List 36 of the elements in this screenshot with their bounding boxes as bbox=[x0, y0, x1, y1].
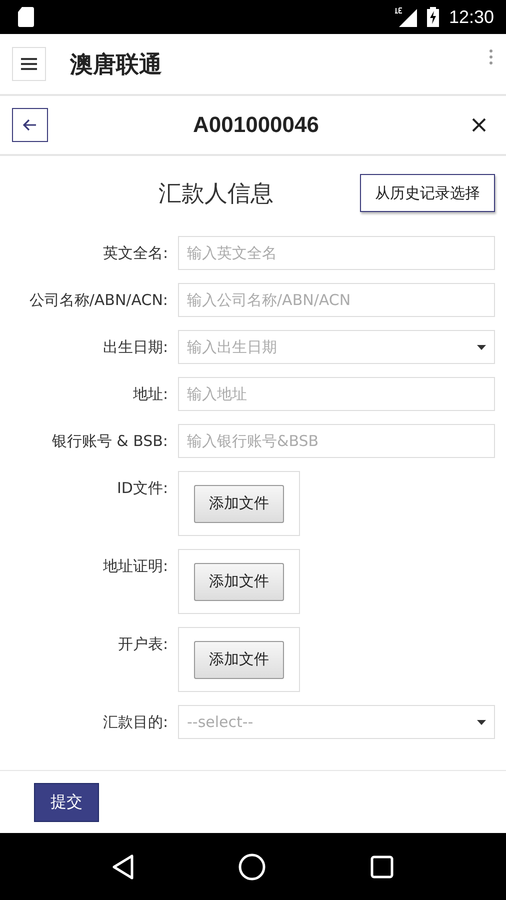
menu-button[interactable] bbox=[12, 47, 46, 81]
add-file-button[interactable]: 添加文件 bbox=[194, 640, 284, 678]
recents-icon[interactable] bbox=[370, 854, 394, 878]
input-field[interactable]: 输入英文全名 bbox=[178, 236, 495, 270]
more-icon[interactable] bbox=[488, 48, 494, 66]
caret-icon bbox=[477, 720, 486, 724]
field-label: 开户表: bbox=[116, 634, 168, 655]
field-label: 汇款目的: bbox=[102, 712, 168, 733]
signal-icon bbox=[394, 7, 417, 27]
app-title: 澳唐联通 bbox=[70, 50, 162, 80]
field-label: 出生日期: bbox=[102, 337, 168, 358]
field-label: 银行账号 & BSB: bbox=[50, 431, 168, 452]
input-field[interactable]: 输入银行账号&BSB bbox=[178, 424, 495, 458]
back-arrow-icon bbox=[23, 119, 37, 131]
history-button[interactable]: 从历史记录选择 bbox=[360, 174, 495, 212]
record-title: A001000046 bbox=[192, 112, 320, 138]
input-field[interactable]: 输入公司名称/ABN/ACN bbox=[178, 283, 495, 317]
back-nav-icon[interactable] bbox=[112, 854, 134, 880]
caret-icon bbox=[477, 344, 486, 350]
add-file-button[interactable]: 添加文件 bbox=[194, 484, 284, 522]
field-label: 英文全名: bbox=[102, 243, 168, 264]
menu-icon bbox=[21, 58, 37, 70]
field-label: 公司名称/ABN/ACN: bbox=[28, 290, 168, 311]
sd-card-icon bbox=[18, 7, 34, 27]
back-button[interactable] bbox=[12, 108, 48, 142]
status-time: 12:30 bbox=[448, 6, 494, 28]
add-file-button[interactable]: 添加文件 bbox=[194, 562, 284, 600]
close-icon bbox=[471, 117, 487, 133]
field-label: ID文件: bbox=[116, 478, 168, 499]
submit-button[interactable]: 提交 bbox=[34, 782, 99, 822]
field-label: 地址证明: bbox=[102, 556, 168, 577]
home-icon[interactable] bbox=[238, 852, 266, 880]
battery-icon bbox=[426, 7, 439, 27]
field-label: 地址: bbox=[132, 384, 168, 405]
section-title: 汇款人信息 bbox=[158, 180, 274, 208]
input-field[interactable]: 输入地址 bbox=[178, 377, 495, 411]
